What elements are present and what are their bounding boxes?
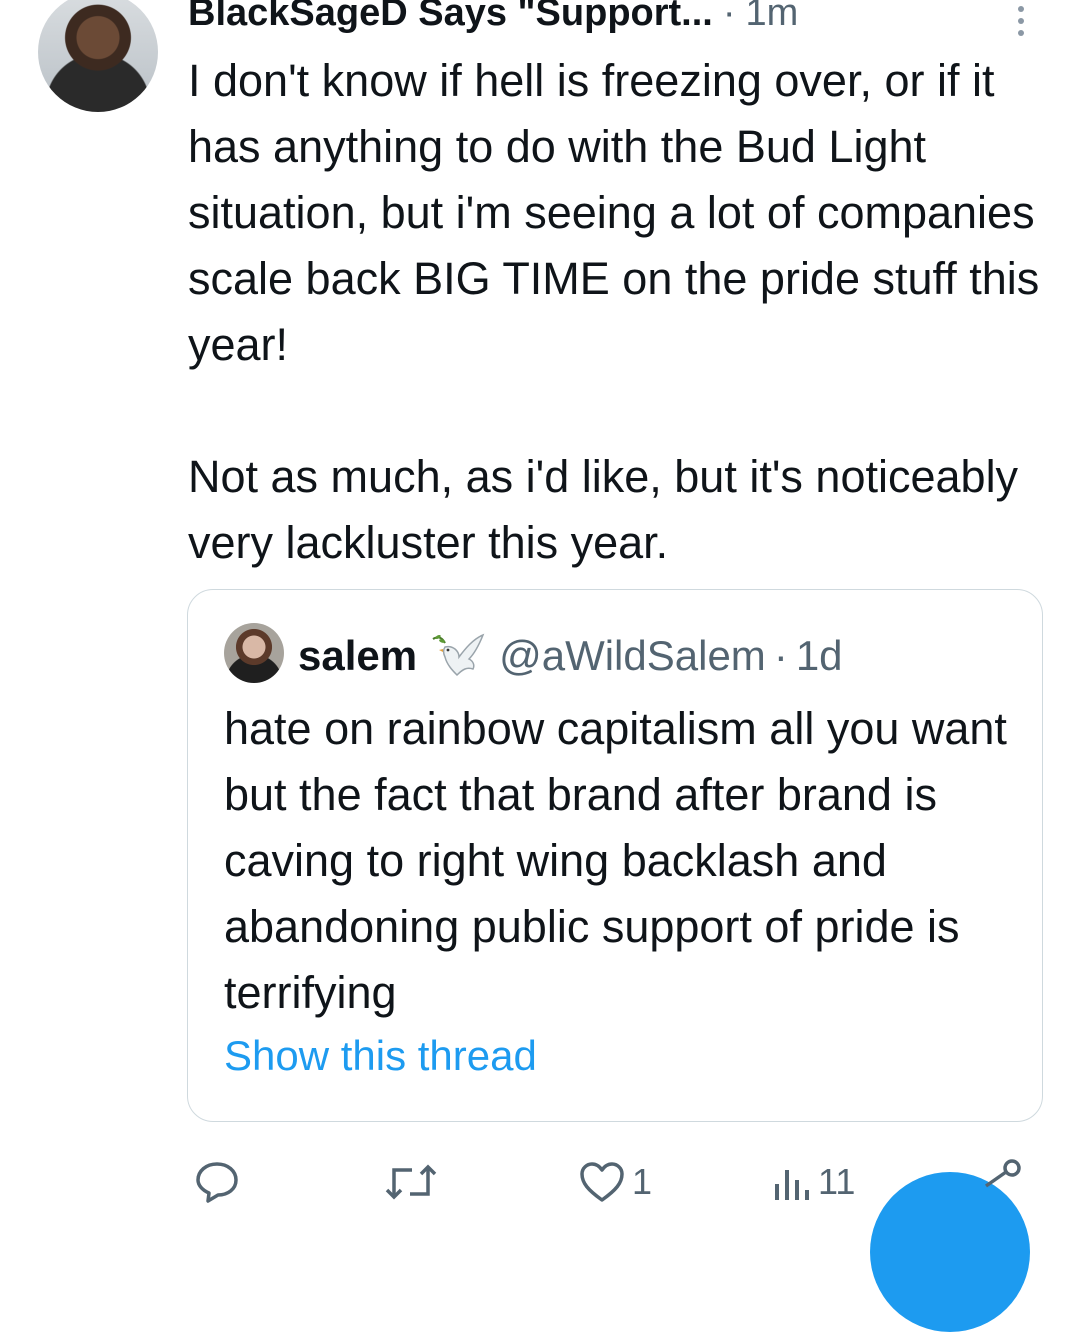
- author-name[interactable]: BlackSageD Says "Support...: [188, 0, 713, 35]
- retweet-button[interactable]: [384, 1160, 438, 1204]
- views-count: 11: [818, 1161, 856, 1202]
- share-icon[interactable]: [982, 1158, 1022, 1188]
- avatar[interactable]: [38, 0, 158, 112]
- views-button[interactable]: 11: [772, 1160, 855, 1204]
- dove-icon: [432, 633, 485, 677]
- views-icon: [775, 1170, 809, 1200]
- quoted-avatar[interactable]: [224, 623, 284, 683]
- reply-button[interactable]: [194, 1160, 240, 1204]
- like-count: 1: [632, 1161, 653, 1202]
- show-thread-link[interactable]: Show this thread: [224, 1032, 537, 1080]
- retweet-icon: [385, 1164, 437, 1200]
- like-button[interactable]: 1: [578, 1160, 652, 1204]
- quoted-tweet[interactable]: salem @aWildSalem · 1d hate on rainbow c…: [187, 589, 1043, 1122]
- more-icon[interactable]: [1013, 6, 1029, 36]
- compose-button[interactable]: [870, 1172, 1030, 1332]
- quoted-timestamp[interactable]: 1d: [796, 632, 843, 680]
- tweet[interactable]: BlackSageD Says "Support... · 1m I don't…: [0, 0, 1080, 1332]
- quoted-handle[interactable]: @aWildSalem: [499, 632, 766, 680]
- tweet-text: I don't know if hell is freezing over, o…: [188, 55, 1040, 568]
- quoted-separator: ·: [773, 632, 788, 679]
- tweet-header: BlackSageD Says "Support... · 1m: [188, 0, 1068, 38]
- reply-icon: [196, 1162, 238, 1203]
- quoted-name[interactable]: salem: [298, 632, 417, 680]
- like-icon: [580, 1162, 624, 1202]
- quoted-header: salem @aWildSalem · 1d: [298, 626, 843, 686]
- timestamp[interactable]: 1m: [746, 0, 799, 35]
- separator: ·: [722, 0, 736, 34]
- quoted-text: hate on rainbow capitalism all you want …: [224, 703, 1007, 1018]
